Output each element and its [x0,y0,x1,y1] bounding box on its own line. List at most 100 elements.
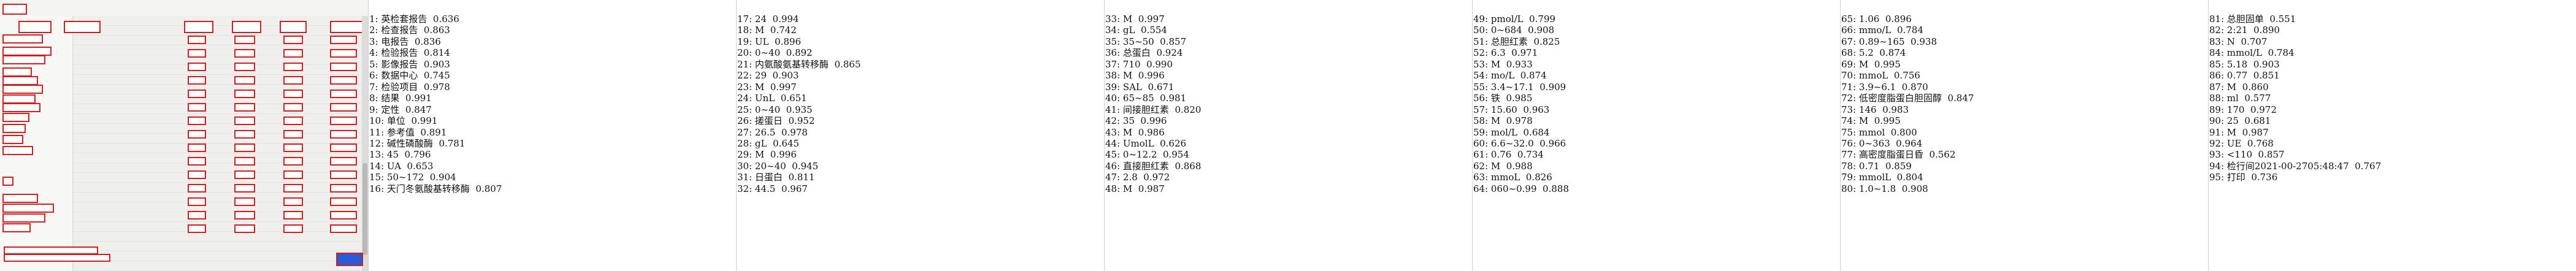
ocr-line: 21: 内氨酸氨基转移酶 0.865 [737,58,861,70]
nav-box [2,204,54,213]
nav-box [2,146,33,155]
ocr-line: 54: mo/L 0.874 [1473,70,1547,82]
ocr-line: 75: mmol 0.800 [1841,126,1917,138]
ocr-line: 31: 日蛋白 0.811 [737,172,815,183]
ocr-column: 81: 总胆固单 0.551 82: 2:21 0.890 83: N 0.70… [2209,13,2571,183]
cell-box [234,103,255,112]
ocr-line: 79: mmolL 0.804 [1841,172,1923,183]
ocr-line: 20: 0~40 0.892 [737,47,813,59]
ocr-line: 64: 060~0.99 0.888 [1473,183,1569,194]
ocr-line: 90: 25 0.681 [2209,115,2271,127]
cell-box [234,63,255,71]
cell-box [283,49,303,58]
nav-box [2,85,43,94]
cell-box [234,211,255,219]
ocr-line: 66: mmo/L 0.784 [1841,25,1923,36]
ocr-line: 16: 天门冬氨酸基转移酶 0.807 [369,183,502,194]
ocr-column: 17: 24 0.994 18: M 0.742 19: UL 0.896 20… [737,13,1099,194]
ocr-line: 4: 检验报告 0.814 [369,47,450,59]
ocr-line: 74: M 0.995 [1841,115,1901,127]
cell-box [188,143,206,152]
column-divider [1472,0,1473,271]
cell-box [330,49,357,58]
ocr-line: 37: 710 0.990 [1105,58,1173,70]
header-box [280,21,307,33]
ocr-line: 28: gL 0.645 [737,137,799,149]
cell-box [330,116,357,125]
nav-box [2,34,43,44]
cell-box [283,197,303,206]
ocr-line: 2: 检查报告 0.863 [369,25,450,36]
ocr-line: 91: M 0.987 [2209,126,2269,138]
ocr-line: 65: 1.06 0.896 [1841,13,1912,25]
cell-box [188,170,206,179]
ocr-line: 45: 0~12.2 0.954 [1105,149,1189,161]
ocr-line: 22: 29 0.903 [737,70,799,82]
print-button[interactable] [336,253,363,266]
ocr-line: 82: 2:21 0.890 [2209,25,2280,36]
ocr-line: 84: mmol/L 0.784 [2209,47,2294,59]
ocr-line: 3: 电报告 0.836 [369,36,441,47]
ocr-line: 52: 6.3 0.971 [1473,47,1538,59]
ocr-line: 78: 0.71 0.859 [1841,160,1912,172]
cell-box [283,103,303,112]
ocr-line: 55: 3.4~17.1 0.909 [1473,81,1566,93]
ocr-line: 13: 45 0.796 [369,149,431,161]
cell-box [188,157,206,166]
cell-box [283,211,303,219]
cell-box [330,157,357,166]
ocr-line: 68: 5.2 0.874 [1841,47,1906,59]
nav-box [2,194,38,203]
ocr-line: 32: 44.5 0.967 [737,183,808,194]
ocr-line: 63: mmoL 0.826 [1473,172,1552,183]
cell-box [330,90,357,98]
nav-box [2,94,36,104]
ocr-line: 71: 3.9~6.1 0.870 [1841,81,1928,93]
cell-box [188,49,206,58]
cell-box [188,184,206,193]
cell-box [234,130,255,139]
footer-box [4,254,110,262]
nav-box [2,55,45,64]
ocr-line: 8: 结果 0.991 [369,93,432,104]
nav-box [2,177,13,186]
ocr-line: 94: 检行间2021-00-2705:48:47 0.767 [2209,160,2382,172]
column-divider [736,0,737,271]
ocr-line: 1: 英检套报告 0.636 [369,13,459,25]
ocr-line: 69: M 0.995 [1841,58,1901,70]
ocr-line: 77: 高密度脂蛋日昏 0.562 [1841,149,1956,161]
cell-box [188,116,206,125]
column-divider [368,0,369,271]
cell-box [330,76,357,85]
toolbar-box [2,4,27,15]
ocr-line: 7: 检验项目 0.978 [369,81,450,93]
cell-box [234,157,255,166]
scrollbar[interactable] [362,16,368,271]
ocr-line: 30: 20~40 0.945 [737,160,819,172]
nav-box [2,113,29,122]
cell-box [188,76,206,85]
cell-box [283,76,303,85]
cell-box [283,143,303,152]
ocr-line: 19: UL 0.896 [737,36,801,47]
ocr-line: 6: 数据中心 0.745 [369,70,450,82]
nav-box [2,67,32,77]
cell-box [188,211,206,219]
ocr-line: 23: M 0.997 [737,81,797,93]
nav-box [2,47,52,56]
ocr-line: 12: 碱性磷酸酶 0.781 [369,137,466,149]
cell-box [283,130,303,139]
cell-box [234,170,255,179]
scrollbar-thumb[interactable] [362,163,367,255]
cell-box [188,63,206,71]
cell-box [234,116,255,125]
ocr-line: 11: 参考值 0.891 [369,126,447,138]
ocr-line: 92: UE 0.768 [2209,137,2274,149]
cell-box [330,143,357,152]
ocr-line: 18: M 0.742 [737,25,797,36]
ocr-line: 48: M 0.987 [1105,183,1165,194]
nav-box [2,76,38,85]
ocr-line: 27: 26.5 0.978 [737,126,808,138]
header-box [184,21,213,33]
cell-box [188,103,206,112]
